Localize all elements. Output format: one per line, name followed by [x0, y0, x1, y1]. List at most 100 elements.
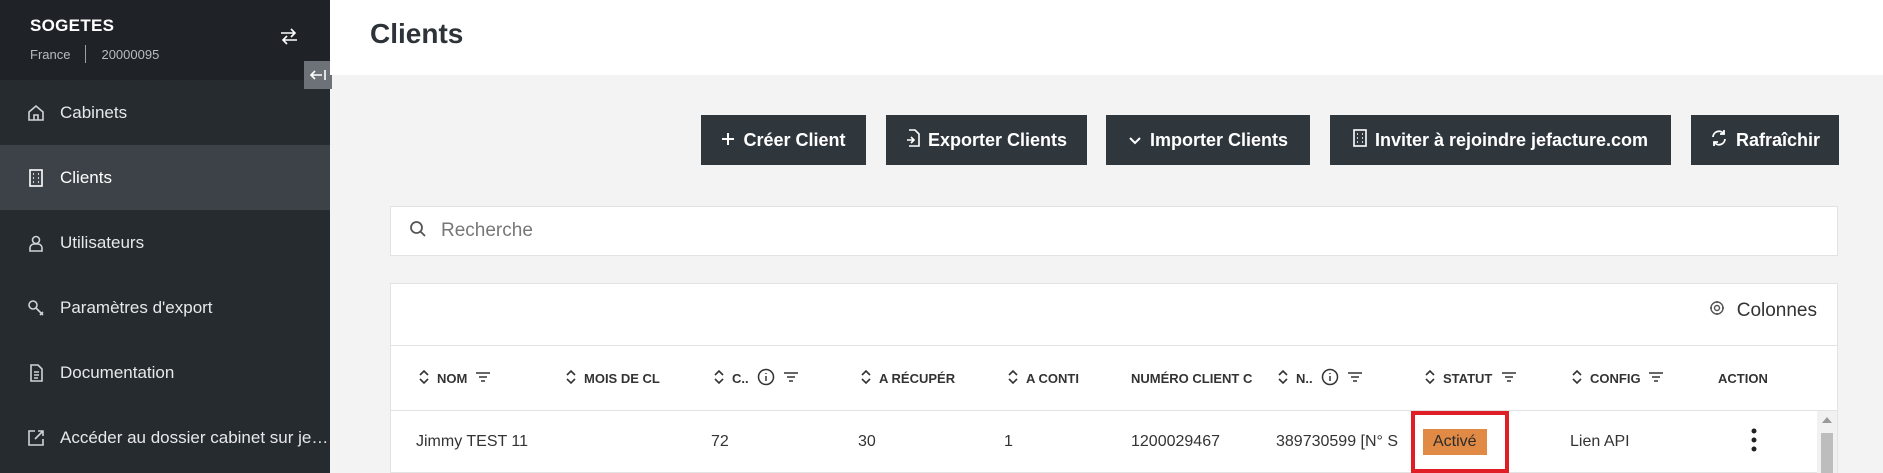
column-title: NOM: [437, 370, 468, 386]
filter-icon[interactable]: [1501, 371, 1517, 386]
column-title: NUMÉRO CLIENT C: [1131, 370, 1253, 386]
building-icon: [26, 168, 46, 188]
highlight-box: [1411, 411, 1509, 473]
column-title: CONFIG: [1590, 370, 1640, 386]
column-header-nom[interactable]: NOM: [419, 346, 509, 410]
import-clients-label: Importer Clients: [1149, 129, 1289, 150]
sidebar-nav: Cabinets Clients Utilisateurs Paramètres…: [0, 80, 330, 470]
filter-icon[interactable]: [475, 371, 491, 386]
column-title: MOIS DE CL: [584, 370, 660, 386]
refresh-icon: [1710, 129, 1728, 152]
export-clients-button[interactable]: Exporter Clients: [886, 115, 1087, 165]
page-title: Clients: [370, 18, 464, 49]
sidebar: SOGETES France 20000095 Cabinets Clients…: [0, 0, 332, 473]
organization-name: SOGETES: [30, 16, 115, 35]
sort-icon[interactable]: [861, 369, 871, 387]
sidebar-item-parametres-export[interactable]: Paramètres d'export: [0, 275, 330, 340]
column-header-a-controler[interactable]: A CONTI: [1008, 346, 1118, 410]
sort-icon[interactable]: [1425, 369, 1435, 387]
sidebar-item-cabinets[interactable]: Cabinets: [0, 80, 330, 145]
file-export-icon: [906, 128, 920, 152]
cell-n: 389730599 [N° SI: [1276, 433, 1398, 450]
sort-icon[interactable]: [1572, 369, 1582, 387]
cell-numero-client: 1200029467: [1131, 433, 1220, 450]
column-title: N..: [1296, 370, 1313, 386]
refresh-label: Rafraîchir: [1735, 129, 1821, 150]
building-icon: [1353, 128, 1367, 152]
table-row[interactable]: Jimmy TEST 11 72 30 1 1200029467 3897305…: [391, 411, 1817, 473]
export-clients-label: Exporter Clients: [927, 129, 1068, 150]
columns-label: Colonnes: [1736, 300, 1817, 321]
sort-icon[interactable]: [1278, 369, 1288, 387]
row-actions-button[interactable]: [1739, 411, 1769, 473]
more-vertical-icon: [1751, 428, 1757, 457]
column-title: STATUT: [1443, 370, 1493, 386]
organization-code: 20000095: [101, 46, 160, 62]
refresh-button[interactable]: Rafraîchir: [1691, 115, 1839, 165]
column-header-config[interactable]: CONFIG: [1572, 346, 1682, 410]
cell-c: 72: [711, 433, 729, 450]
sidebar-item-label: Cabinets: [60, 102, 128, 122]
sort-icon[interactable]: [566, 369, 576, 387]
external-link-icon: [26, 428, 46, 448]
scrollbar-thumb[interactable]: [1821, 433, 1833, 473]
sidebar-item-label: Clients: [60, 167, 112, 187]
search-input[interactable]: [441, 220, 1741, 242]
filter-icon[interactable]: [1347, 371, 1363, 386]
wrench-icon: [26, 298, 46, 318]
sidebar-item-documentation[interactable]: Documentation: [0, 340, 330, 405]
sidebar-item-label: Utilisateurs: [60, 232, 145, 252]
columns-button[interactable]: Colonnes: [1709, 300, 1817, 322]
filter-icon[interactable]: [783, 371, 799, 386]
organization-country: France: [30, 46, 71, 62]
sidebar-item-label: Paramètres d'export: [60, 297, 213, 317]
column-header-n[interactable]: N..: [1278, 346, 1388, 410]
column-header-a-recuperer[interactable]: A RÉCUPÉR: [861, 346, 971, 410]
column-title: A RÉCUPÉR: [879, 370, 956, 386]
filter-icon[interactable]: [1648, 371, 1664, 386]
create-client-label: Créer Client: [743, 129, 846, 150]
scroll-up-arrow[interactable]: [1822, 417, 1832, 423]
organization-meta: France 20000095: [30, 45, 159, 63]
sidebar-item-label: Documentation: [60, 362, 175, 382]
cell-config: Lien API: [1570, 433, 1630, 450]
sidebar-item-dossier-cabinet[interactable]: Accéder au dossier cabinet sur jefacture…: [0, 405, 330, 470]
column-title: ACTION: [1718, 370, 1768, 386]
sidebar-item-utilisateurs[interactable]: Utilisateurs: [0, 210, 330, 275]
sort-icon[interactable]: [419, 369, 429, 387]
search-bar: [390, 206, 1838, 256]
divider: [85, 45, 87, 63]
cell-a-recuperer: 30: [858, 433, 876, 450]
column-header-action: ACTION: [1718, 346, 1798, 410]
column-title: A CONTI: [1026, 370, 1079, 386]
invite-jefacture-label: Inviter à rejoindre jefacture.com: [1374, 129, 1649, 150]
column-title: C..: [732, 370, 749, 386]
home-icon: [26, 103, 46, 123]
cell-a-controler: 1: [1004, 433, 1013, 450]
invite-jefacture-button[interactable]: Inviter à rejoindre jefacture.com: [1330, 115, 1671, 165]
column-header-c[interactable]: C..: [714, 346, 824, 410]
clients-table-panel: Colonnes NOM MOIS DE CL C.. A RÉCUPÉR A …: [390, 283, 1838, 473]
column-header-statut[interactable]: STATUT: [1425, 346, 1535, 410]
table-header: NOM MOIS DE CL C.. A RÉCUPÉR A CONTI NUM…: [391, 345, 1837, 411]
table-scrollbar[interactable]: [1817, 411, 1837, 473]
sidebar-item-label: Accéder au dossier cabinet sur jefacture…: [60, 427, 330, 447]
sort-icon[interactable]: [1008, 369, 1018, 387]
chevron-down-icon: [1128, 130, 1142, 151]
search-icon: [409, 220, 427, 243]
organization-header: SOGETES France 20000095: [0, 0, 330, 80]
column-header-mois[interactable]: MOIS DE CL: [566, 346, 676, 410]
cell-nom: Jimmy TEST 11: [416, 433, 529, 450]
document-icon: [26, 363, 46, 383]
user-icon: [26, 233, 46, 253]
create-client-button[interactable]: Créer Client: [701, 115, 866, 165]
column-header-numero-client[interactable]: NUMÉRO CLIENT C: [1131, 346, 1261, 410]
plus-icon: [721, 130, 735, 151]
sidebar-item-clients[interactable]: Clients: [0, 145, 330, 210]
info-icon[interactable]: [1321, 368, 1339, 389]
import-clients-button[interactable]: Importer Clients: [1106, 115, 1310, 165]
sort-icon[interactable]: [714, 369, 724, 387]
switch-organization-icon[interactable]: [278, 26, 300, 46]
info-icon[interactable]: [757, 368, 775, 389]
gear-icon: [1709, 300, 1725, 322]
